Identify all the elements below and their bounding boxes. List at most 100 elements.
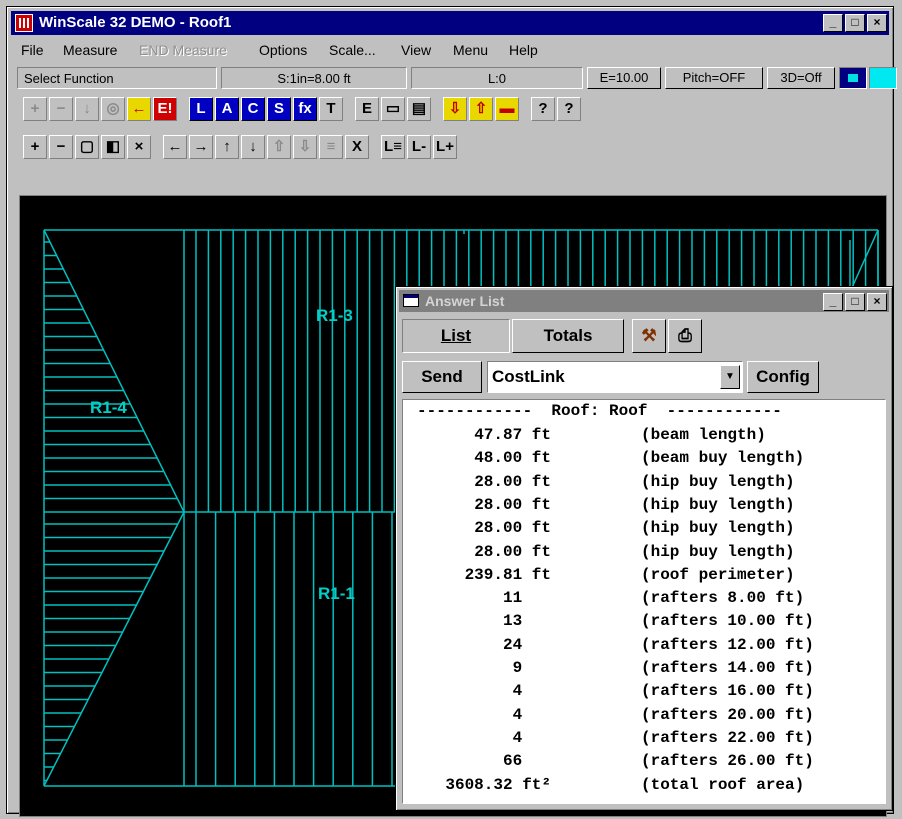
list-item[interactable]: 9 (rafters 14.00 ft) bbox=[403, 659, 885, 682]
list-item[interactable]: 11 (rafters 8.00 ft) bbox=[403, 589, 885, 612]
menu-options[interactable]: Options bbox=[259, 38, 307, 62]
elevation-button[interactable]: E=10.00 bbox=[587, 67, 661, 89]
list-item[interactable]: 4 (rafters 20.00 ft) bbox=[403, 706, 885, 729]
zoom-all-icon[interactable]: ◧ bbox=[101, 135, 125, 159]
minus-icon[interactable]: − bbox=[49, 97, 73, 121]
minimize-button[interactable]: _ bbox=[823, 14, 843, 32]
list-item[interactable]: 47.87 ft (beam length) bbox=[403, 426, 885, 449]
color-swatch-dark[interactable] bbox=[839, 67, 867, 89]
list-header: ------------ Roof: Roof ------------ bbox=[417, 402, 782, 420]
answer-maximize-button[interactable]: □ bbox=[845, 293, 865, 311]
zoom-window-icon[interactable]: ▢ bbox=[75, 135, 99, 159]
answer-minimize-button[interactable]: _ bbox=[823, 293, 843, 311]
list-item-value: 4 bbox=[512, 682, 551, 701]
tab-list[interactable]: List bbox=[402, 319, 510, 353]
three-d-button[interactable]: 3D=Off bbox=[767, 67, 835, 89]
layer-flat-icon[interactable]: ≡ bbox=[319, 135, 343, 159]
count-tool-icon[interactable]: C bbox=[241, 97, 265, 121]
list-item-value: 28.00 ft bbox=[474, 542, 551, 561]
region-label-r1-4[interactable]: R1-4 bbox=[90, 398, 127, 418]
list-item-description: (rafters 14.00 ft) bbox=[641, 659, 814, 677]
list-item-value: 28.00 ft bbox=[474, 472, 551, 491]
layer-down-icon[interactable]: ⇩ bbox=[293, 135, 317, 159]
back-arrow-icon[interactable]: ← bbox=[127, 97, 151, 121]
tools-button[interactable]: ⚒ bbox=[632, 319, 666, 353]
pan-left-icon[interactable]: ← bbox=[163, 135, 187, 159]
list-item[interactable]: 66 (rafters 26.00 ft) bbox=[403, 752, 885, 775]
erase-icon[interactable]: E! bbox=[153, 97, 177, 121]
print-button[interactable]: ⎙ bbox=[668, 319, 702, 353]
close-button[interactable]: × bbox=[867, 14, 887, 32]
context-help-icon[interactable]: ? bbox=[557, 97, 581, 121]
zoom-in-icon[interactable]: + bbox=[23, 135, 47, 159]
folder-icon[interactable]: ▬ bbox=[495, 97, 519, 121]
layer-list-icon[interactable]: L≡ bbox=[381, 135, 405, 159]
list-item-description: (rafters 20.00 ft) bbox=[641, 705, 814, 724]
circle-icon[interactable]: ◎ bbox=[101, 97, 125, 121]
menu-end-measure: END Measure bbox=[139, 42, 227, 58]
list-item[interactable]: 28.00 ft (hip buy length) bbox=[403, 543, 885, 566]
zoom-cancel-icon[interactable]: × bbox=[127, 135, 151, 159]
area-tool-icon[interactable]: A bbox=[215, 97, 239, 121]
layer-prev-icon[interactable]: L- bbox=[407, 135, 431, 159]
list-item-value: 47.87 ft bbox=[474, 426, 551, 444]
function-tool-icon[interactable]: fx bbox=[293, 97, 317, 121]
list-item[interactable]: 28.00 ft (hip buy length) bbox=[403, 496, 885, 519]
list-item[interactable]: 13 (rafters 10.00 ft) bbox=[403, 612, 885, 635]
color-swatch-cyan[interactable] bbox=[869, 67, 897, 89]
menu-help[interactable]: Help bbox=[509, 38, 538, 62]
export-icon[interactable]: ⇧ bbox=[469, 97, 493, 121]
layer-next-icon[interactable]: L+ bbox=[433, 135, 457, 159]
list-item-description: (rafters 22.00 ft) bbox=[641, 728, 814, 747]
print-preview-icon[interactable]: ▤ bbox=[407, 97, 431, 121]
list-item-value: 66 bbox=[502, 752, 551, 771]
send-button[interactable]: Send bbox=[402, 361, 482, 393]
list-item[interactable]: 4 (rafters 16.00 ft) bbox=[403, 682, 885, 705]
answer-list-box[interactable]: ------------ Roof: Roof ------------ 47.… bbox=[402, 399, 886, 804]
list-item[interactable]: 24 (rafters 12.00 ft) bbox=[403, 636, 885, 659]
config-button[interactable]: Config bbox=[747, 361, 819, 393]
pitch-button[interactable]: Pitch=OFF bbox=[665, 67, 763, 89]
menu-view[interactable]: View bbox=[401, 38, 431, 62]
surface-tool-icon[interactable]: S bbox=[267, 97, 291, 121]
pan-right-icon[interactable]: → bbox=[189, 135, 213, 159]
list-item[interactable]: 28.00 ft (hip buy length) bbox=[403, 519, 885, 542]
list-item[interactable]: 3608.32 ft² (total roof area) bbox=[403, 776, 885, 799]
layer-up-icon[interactable]: ⇧ bbox=[267, 135, 291, 159]
menu-bar: File Measure END Measure Options Scale..… bbox=[11, 38, 889, 62]
menu-file[interactable]: File bbox=[21, 38, 44, 62]
help-icon[interactable]: ? bbox=[531, 97, 555, 121]
delete-segment-icon[interactable]: X bbox=[345, 135, 369, 159]
menu-menu[interactable]: Menu bbox=[453, 38, 488, 62]
tab-totals[interactable]: Totals bbox=[512, 319, 624, 353]
menu-measure[interactable]: Measure bbox=[63, 38, 117, 62]
answer-list-title-bar[interactable]: Answer List _ □ × bbox=[399, 290, 889, 312]
chevron-down-icon[interactable]: ▼ bbox=[720, 365, 740, 389]
region-label-r1-3[interactable]: R1-3 bbox=[316, 306, 353, 326]
list-item[interactable]: 239.81 ft (roof perimeter) bbox=[403, 566, 885, 589]
list-item[interactable]: 48.00 ft (beam buy length) bbox=[403, 449, 885, 472]
import-icon[interactable]: ⇩ bbox=[443, 97, 467, 121]
pan-down-icon[interactable]: ↓ bbox=[241, 135, 265, 159]
text-tool-icon[interactable]: T bbox=[319, 97, 343, 121]
menu-scale[interactable]: Scale... bbox=[329, 38, 376, 62]
edit-icon[interactable]: E bbox=[355, 97, 379, 121]
zoom-out-icon[interactable]: − bbox=[49, 135, 73, 159]
app-logo-icon[interactable] bbox=[15, 14, 33, 32]
toolbar-separator bbox=[433, 97, 441, 123]
plus-icon[interactable]: + bbox=[23, 97, 47, 121]
region-label-r1-1[interactable]: R1-1 bbox=[318, 584, 355, 604]
title-bar[interactable]: WinScale 32 DEMO - Roof1 _ □ × bbox=[11, 11, 889, 35]
toolbar-main: + − ↓ ◎ ← E! L A C Sfx T E ▭ ▤ ⇩ ⇧ ▬?? bbox=[23, 97, 581, 123]
answer-close-button[interactable]: × bbox=[867, 293, 887, 311]
toolbar-separator bbox=[153, 135, 161, 161]
export-target-select[interactable]: CostLink ▼ bbox=[487, 361, 743, 393]
list-item-description: (roof perimeter) bbox=[641, 565, 795, 584]
keyboard-icon[interactable]: ▭ bbox=[381, 97, 405, 121]
line-tool-icon[interactable]: L bbox=[189, 97, 213, 121]
pan-up-icon[interactable]: ↑ bbox=[215, 135, 239, 159]
list-item[interactable]: 4 (rafters 22.00 ft) bbox=[403, 729, 885, 752]
down-arrow-icon[interactable]: ↓ bbox=[75, 97, 99, 121]
list-item[interactable]: 28.00 ft (hip buy length) bbox=[403, 473, 885, 496]
maximize-button[interactable]: □ bbox=[845, 14, 865, 32]
